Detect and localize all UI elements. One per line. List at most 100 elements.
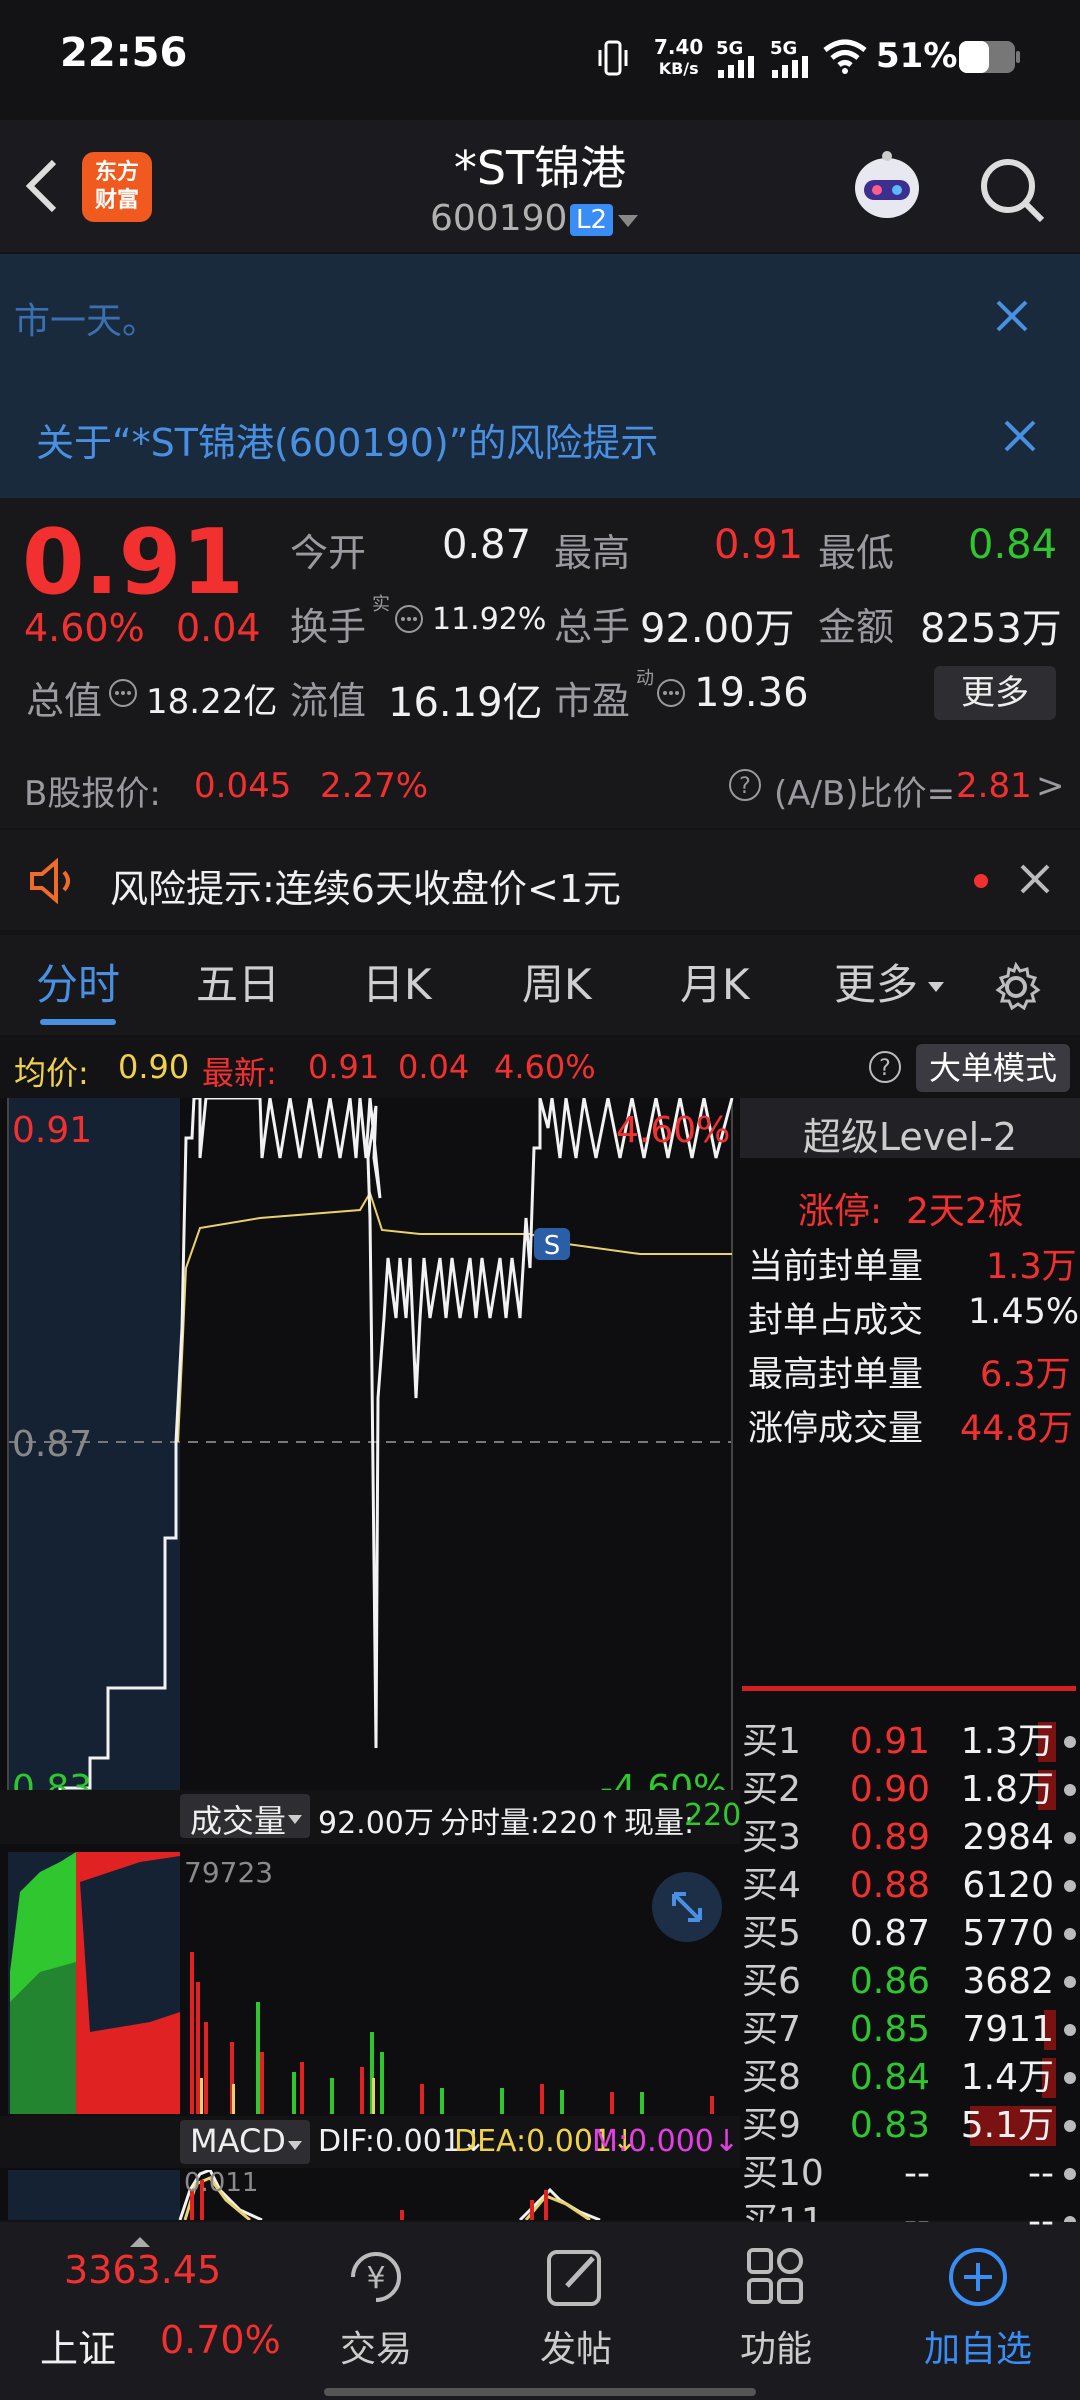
status-time: 22:56	[60, 30, 188, 76]
volume-value: 92.00万	[640, 606, 795, 652]
caret-down-icon[interactable]	[928, 979, 944, 998]
l2-label: 涨停成交量	[748, 1409, 924, 1449]
tab-monthly-k[interactable]: 月K	[680, 935, 750, 1035]
macd-indicator-select[interactable]: MACD	[180, 2120, 310, 2164]
turnover-value: 11.92%	[432, 602, 547, 637]
order-book-divider	[742, 1686, 1076, 1691]
l2-value: 1.3万	[986, 1247, 1077, 1287]
tab-five-day[interactable]: 五日	[196, 935, 280, 1035]
notice-banner[interactable]: 市一天。	[0, 254, 1080, 374]
help-icon[interactable]: ?	[728, 768, 762, 806]
order-level-label: 买10	[742, 2153, 824, 2194]
high-label: 最高	[554, 531, 631, 575]
order-quantity: --	[1028, 2201, 1054, 2242]
order-book-row[interactable]: 买7 0.85 7911	[740, 2006, 1080, 2054]
close-icon[interactable]	[1018, 862, 1052, 900]
tab-more[interactable]: 更多	[834, 935, 918, 1035]
risk-link-banner[interactable]: 关于“*ST锦港(600190)”的风险提示	[0, 374, 1080, 498]
settings-gear-icon[interactable]	[990, 961, 1042, 1017]
caret-down-icon	[288, 1810, 302, 1829]
row-dot-icon	[1064, 1928, 1076, 1940]
more-button[interactable]: 更多	[934, 666, 1056, 720]
order-book-row[interactable]: 买3 0.89 2984	[740, 1814, 1080, 1862]
l2-value: 44.8万	[960, 1409, 1073, 1449]
chart-info-bar: 均价: 0.90 最新: 0.91 0.04 4.60% ? 大单模式	[0, 1038, 1080, 1098]
status-bar: 22:56 7.40 KB/s 5G 5G 51%	[0, 0, 1080, 120]
close-icon[interactable]	[994, 298, 1030, 338]
info-dots-icon[interactable]	[394, 604, 424, 638]
info-dots-icon[interactable]	[656, 678, 686, 712]
level2-badge[interactable]: L2	[570, 204, 614, 236]
nav-functions[interactable]: 功能	[686, 2222, 866, 2372]
nav-trade[interactable]: ¥ 交易	[286, 2222, 466, 2372]
volume-bar-chart[interactable]	[0, 1852, 740, 2114]
level2-title-bar[interactable]: 超级Level-2	[740, 1098, 1080, 1159]
order-price: 0.90	[849, 1769, 930, 1810]
stock-code: 600190	[430, 198, 568, 239]
chevron-right-icon[interactable]: >	[1036, 766, 1065, 806]
row-dot-icon	[1064, 1784, 1076, 1796]
volume-header: 成交量 92.00万 分时量:220↑ 现量: 220	[0, 1790, 741, 1844]
pe-label: 市盈	[554, 679, 631, 723]
risk-warning-row[interactable]: 风险提示:连续6天收盘价<1元	[0, 830, 1080, 930]
speaker-icon	[28, 857, 80, 908]
expand-icon[interactable]	[652, 1872, 722, 1942]
robot-assistant-icon[interactable]	[846, 148, 928, 232]
price-line-chart[interactable]: S	[0, 1098, 740, 1830]
macd-m: M:0.000↓	[592, 2124, 740, 2159]
order-price: 0.84	[849, 2057, 930, 2098]
app-logo[interactable]: 东方 财富	[82, 152, 152, 222]
tab-weekly-k[interactable]: 周K	[522, 935, 592, 1035]
back-icon[interactable]	[22, 156, 62, 220]
help-icon[interactable]: ?	[868, 1050, 902, 1088]
order-book-row[interactable]: 买4 0.88 6120	[740, 1862, 1080, 1910]
index-percent[interactable]: 0.70%	[160, 2318, 281, 2362]
index-value[interactable]: 3363.45	[64, 2248, 221, 2292]
order-book-row[interactable]: 买8 0.84 1.4万	[740, 2054, 1080, 2102]
index-name[interactable]: 上证	[40, 2318, 116, 2373]
mktcap-value: 18.22亿	[146, 682, 278, 722]
order-level-label: 买9	[742, 2105, 801, 2146]
order-book-row[interactable]: 买5 0.87 5770	[740, 1910, 1080, 1958]
svg-text:?: ?	[879, 1056, 891, 1081]
l2-label: 当前封单量	[748, 1247, 924, 1287]
search-icon[interactable]	[978, 156, 1048, 230]
nav-functions-label: 功能	[739, 2329, 812, 2370]
info-dots-icon[interactable]	[108, 678, 138, 712]
order-book-row[interactable]: 买6 0.86 3682	[740, 1958, 1080, 2006]
order-quantity: --	[1028, 2153, 1054, 2194]
order-quantity: 5770	[962, 1913, 1054, 1954]
pe-sup: 动	[636, 668, 654, 689]
row-dot-icon	[1064, 1832, 1076, 1844]
order-book-row[interactable]: 买1 0.91 1.3万	[740, 1718, 1080, 1766]
l2-value: 1.45%	[968, 1292, 1080, 1332]
stock-name: *ST锦港	[453, 141, 627, 195]
row-dot-icon	[1064, 2120, 1076, 2132]
dropdown-triangle-icon[interactable]	[618, 214, 638, 233]
bottom-navigation: 3363.45 上证 0.70% ¥ 交易 发帖 功能 加自选	[0, 2222, 1080, 2400]
order-book-row[interactable]: 买9 0.83 5.1万	[740, 2102, 1080, 2150]
low-value: 0.84	[968, 522, 1058, 568]
macd-peak-label: 0.011	[184, 2168, 259, 2198]
close-icon[interactable]	[1002, 418, 1038, 458]
tab-daily-k[interactable]: 日K	[362, 935, 432, 1035]
order-quantity: 1.4万	[960, 2057, 1054, 2098]
macd-chart[interactable]	[0, 2170, 740, 2220]
nav-post[interactable]: 发帖	[486, 2222, 666, 2372]
sell-marker[interactable]: S	[544, 1231, 561, 1261]
order-book-row[interactable]: 买2 0.90 1.8万	[740, 1766, 1080, 1814]
functions-grid-icon	[743, 2244, 809, 2310]
order-price: --	[904, 2153, 930, 2194]
float-value: 16.19亿	[388, 680, 543, 726]
avg-price-value: 0.90	[118, 1048, 190, 1086]
volume-total: 92.00万	[318, 1806, 434, 1841]
open-value: 0.87	[442, 522, 532, 568]
l2-value: 6.3万	[980, 1355, 1071, 1395]
trade-icon: ¥	[343, 2244, 409, 2310]
big-order-mode-button[interactable]: 大单模式	[916, 1044, 1070, 1092]
order-book-row[interactable]: 买10 -- --	[740, 2150, 1080, 2198]
volume-indicator-select[interactable]: 成交量	[180, 1794, 310, 1840]
axis-top-pct: 4.60%	[616, 1110, 731, 1151]
home-indicator[interactable]	[324, 2388, 756, 2396]
order-quantity: 2984	[962, 1817, 1054, 1858]
